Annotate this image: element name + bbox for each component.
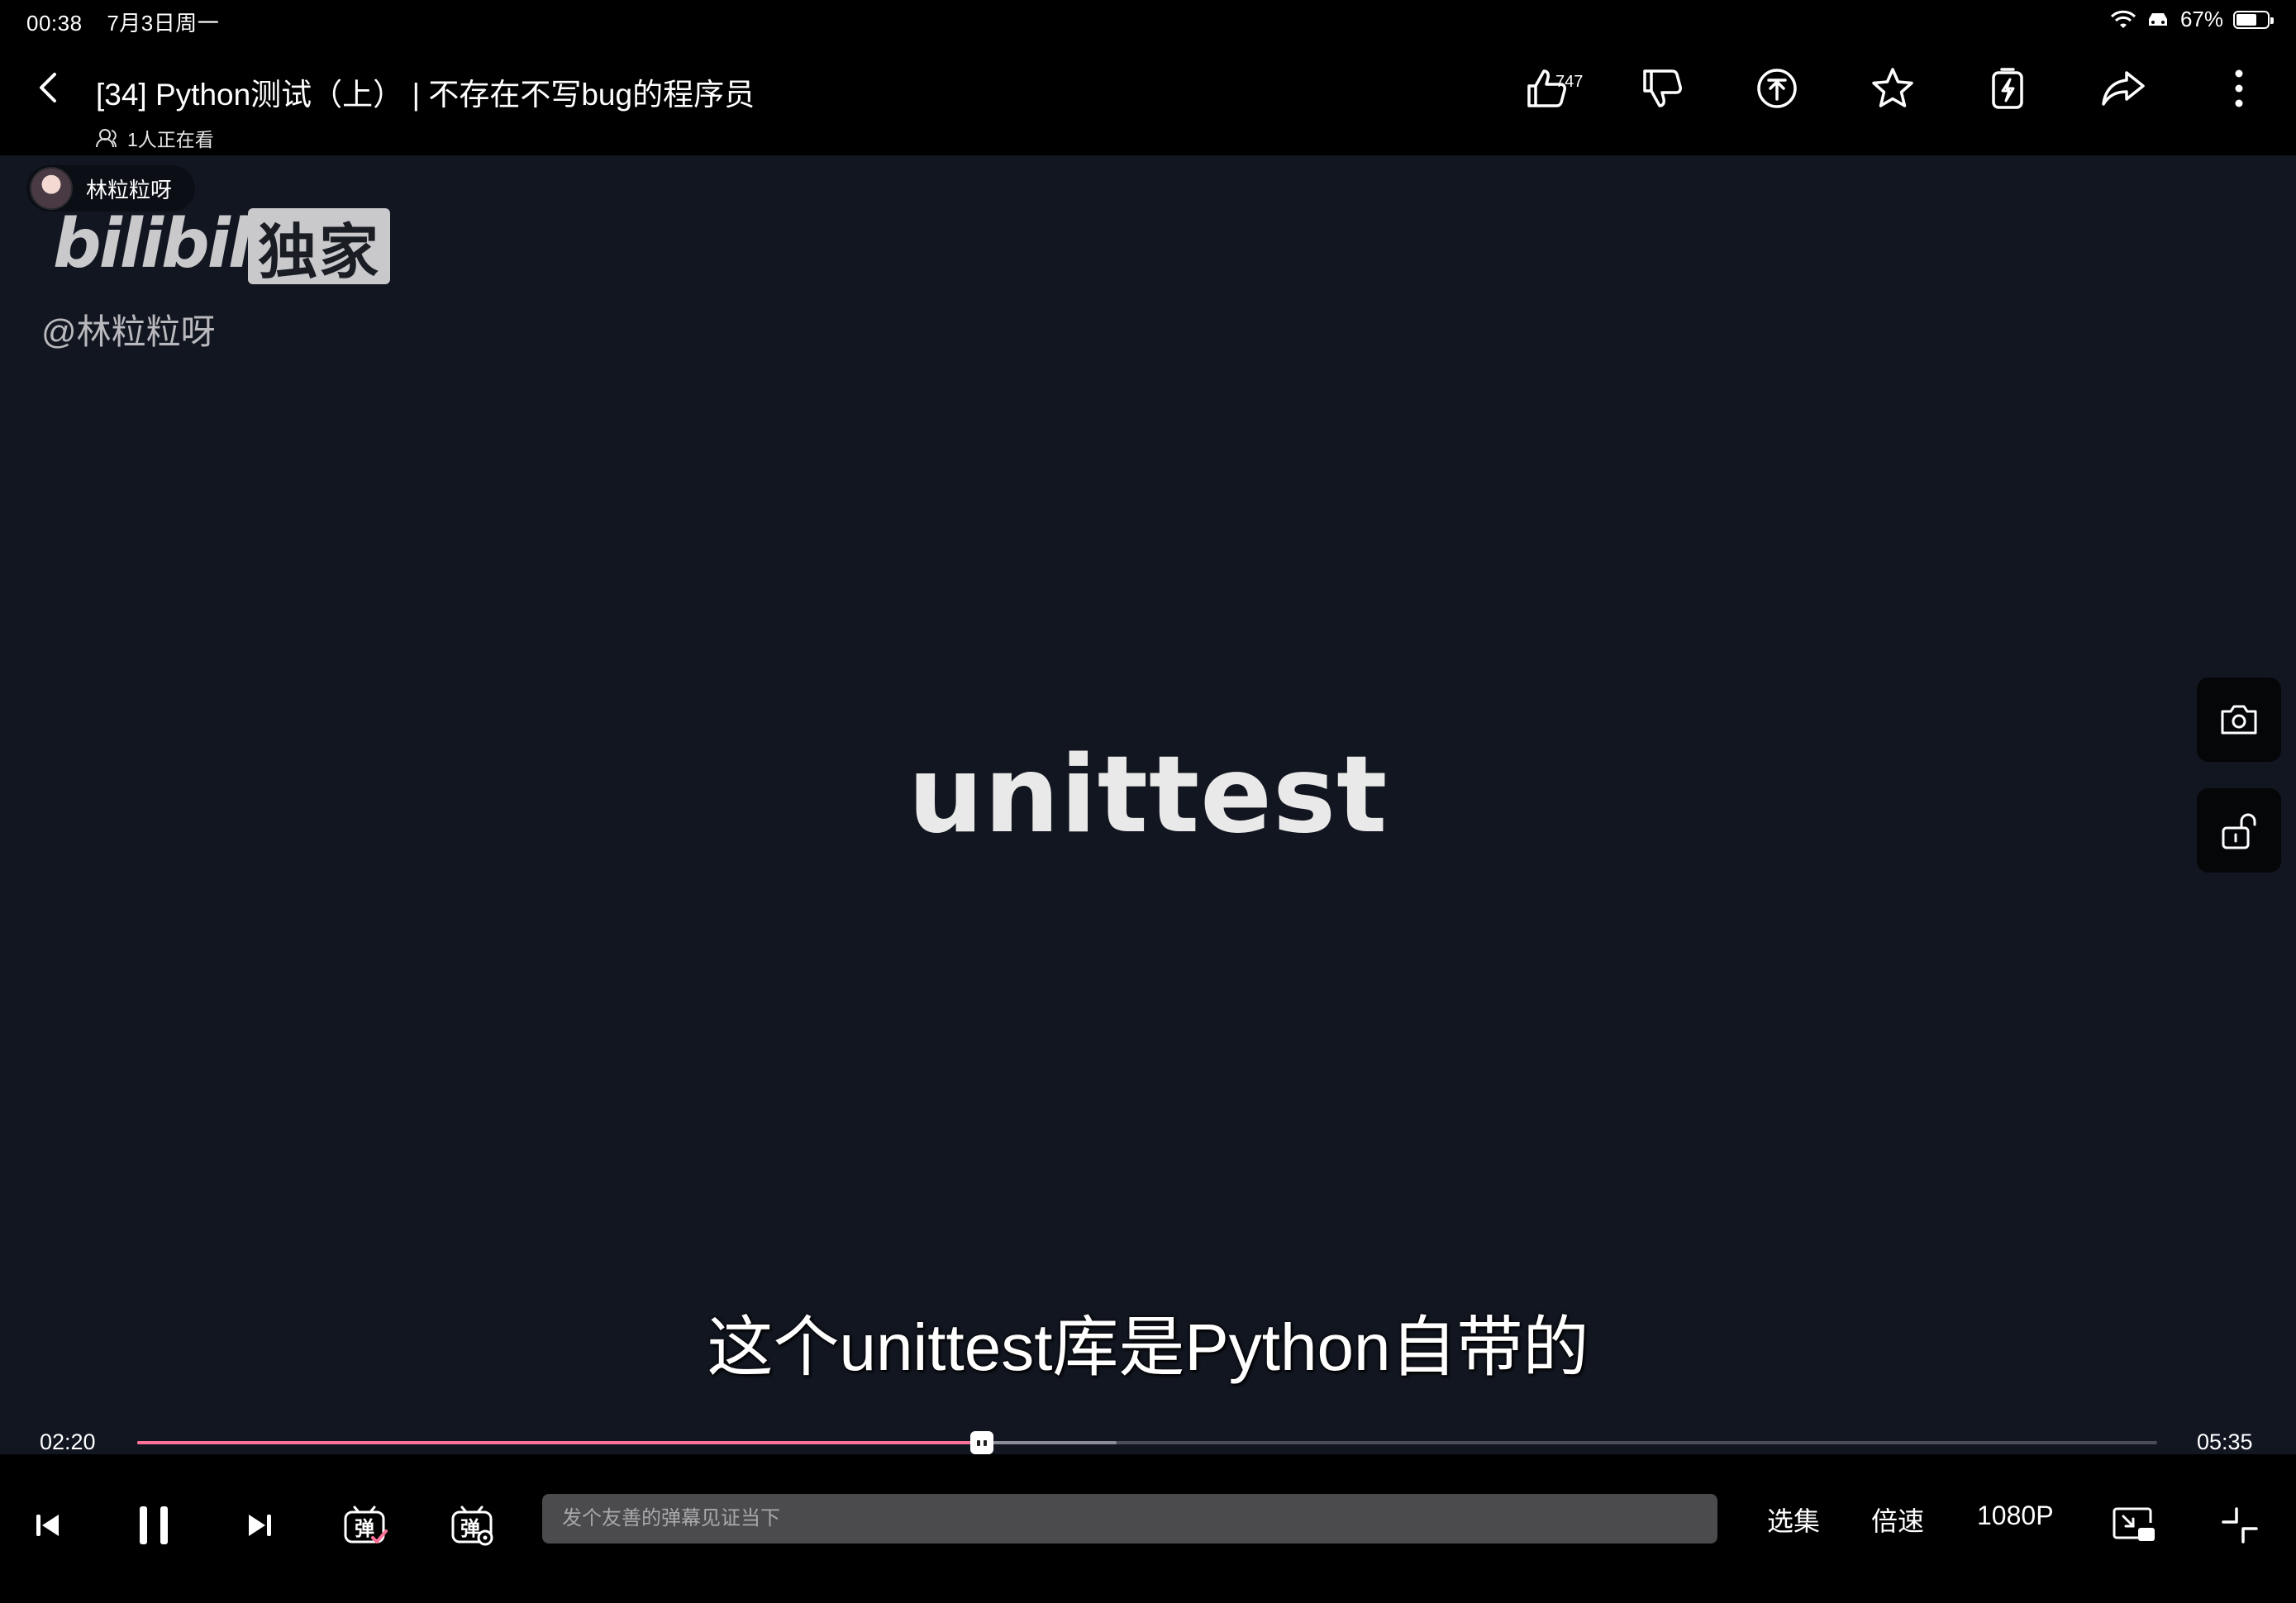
car-icon	[2148, 12, 2167, 26]
total-duration: 05:35	[2197, 1429, 2253, 1454]
current-time: 02:20	[40, 1429, 96, 1454]
progress-thumb[interactable]	[969, 1431, 993, 1454]
like-count: 747	[1555, 73, 1584, 91]
dislike-icon	[1643, 69, 1682, 107]
video-subtitle: 这个unittest库是Python自带的	[707, 1310, 1589, 1384]
control-bar: 弹 弹 选集 倍速 1080P	[0, 1454, 2296, 1603]
video-center-text: unittest	[907, 734, 1389, 857]
watermark-badge: 独家	[248, 208, 391, 286]
uploader-name: 林粒粒呀	[86, 177, 173, 202]
picture-in-picture-icon	[2113, 1507, 2155, 1541]
charge-icon	[1992, 68, 2023, 109]
battery-fill	[2236, 13, 2257, 26]
skip-next-icon	[249, 1515, 271, 1536]
unlock-icon	[2222, 813, 2256, 849]
charge-button[interactable]	[1979, 59, 2036, 117]
more-button[interactable]	[2210, 59, 2268, 117]
share-button[interactable]	[2094, 59, 2152, 117]
status-bar: 00:38 7月3日周一 67%	[0, 0, 2296, 41]
dislike-button[interactable]	[1633, 59, 1691, 117]
danmaku-settings-icon: 弹	[451, 1505, 493, 1546]
speed-button[interactable]: 倍速	[1871, 1501, 1924, 1539]
danmaku-input[interactable]	[542, 1494, 1717, 1544]
battery-percent: 67%	[2179, 7, 2223, 31]
video-frame[interactable]: 林粒粒呀 bilibili 独家 @林粒粒呀 unittest 这个unitte…	[0, 155, 2296, 1454]
viewer-count: 1人正在看	[96, 124, 214, 152]
battery-icon	[2233, 10, 2274, 29]
svg-text:弹: 弹	[460, 1517, 480, 1540]
pause-icon	[140, 1506, 168, 1544]
camera-icon	[2221, 705, 2257, 735]
wifi-icon	[2110, 10, 2136, 28]
watermark-logo: bilibili	[53, 205, 272, 283]
status-right: 67%	[2110, 7, 2274, 32]
status-date: 7月3日周一	[107, 11, 220, 36]
uploader-avatar	[30, 167, 73, 210]
quality-button[interactable]: 1080P	[1977, 1501, 2054, 1531]
status-left: 00:38 7月3日周一	[26, 7, 237, 37]
favorite-button[interactable]	[1864, 59, 1922, 117]
watermark-handle: @林粒粒呀	[41, 312, 216, 351]
pause-button[interactable]	[124, 1496, 183, 1555]
danmaku-toggle[interactable]: 弹	[336, 1496, 395, 1555]
pip-button[interactable]	[2104, 1496, 2164, 1555]
viewers-icon	[96, 129, 117, 148]
exit-fullscreen-icon	[2222, 1507, 2258, 1544]
skip-previous-icon	[36, 1515, 59, 1536]
action-bar: 747	[0, 59, 2296, 117]
viewer-count-label: 1人正在看	[127, 129, 214, 150]
status-time: 00:38	[26, 11, 83, 36]
previous-button[interactable]	[18, 1496, 78, 1555]
coin-button[interactable]	[1748, 59, 1806, 117]
star-icon	[1872, 68, 1913, 107]
screenshot-button[interactable]	[2197, 678, 2281, 762]
progress-track[interactable]	[137, 1431, 2157, 1454]
played-bar	[137, 1441, 982, 1444]
coin-icon	[1757, 69, 1797, 108]
danmaku-on-icon: 弹	[344, 1505, 388, 1544]
danmaku-settings[interactable]: 弹	[443, 1496, 503, 1555]
player-header: [34] Python测试（上） | 不存在不写bug的程序员 1人正在看 74…	[0, 41, 2296, 155]
episodes-button[interactable]: 选集	[1767, 1501, 1820, 1539]
next-button[interactable]	[230, 1496, 289, 1555]
share-icon	[2102, 71, 2145, 106]
lock-button[interactable]	[2197, 788, 2281, 873]
exit-fullscreen-button[interactable]	[2210, 1496, 2270, 1555]
more-vertical-icon	[2235, 69, 2243, 107]
